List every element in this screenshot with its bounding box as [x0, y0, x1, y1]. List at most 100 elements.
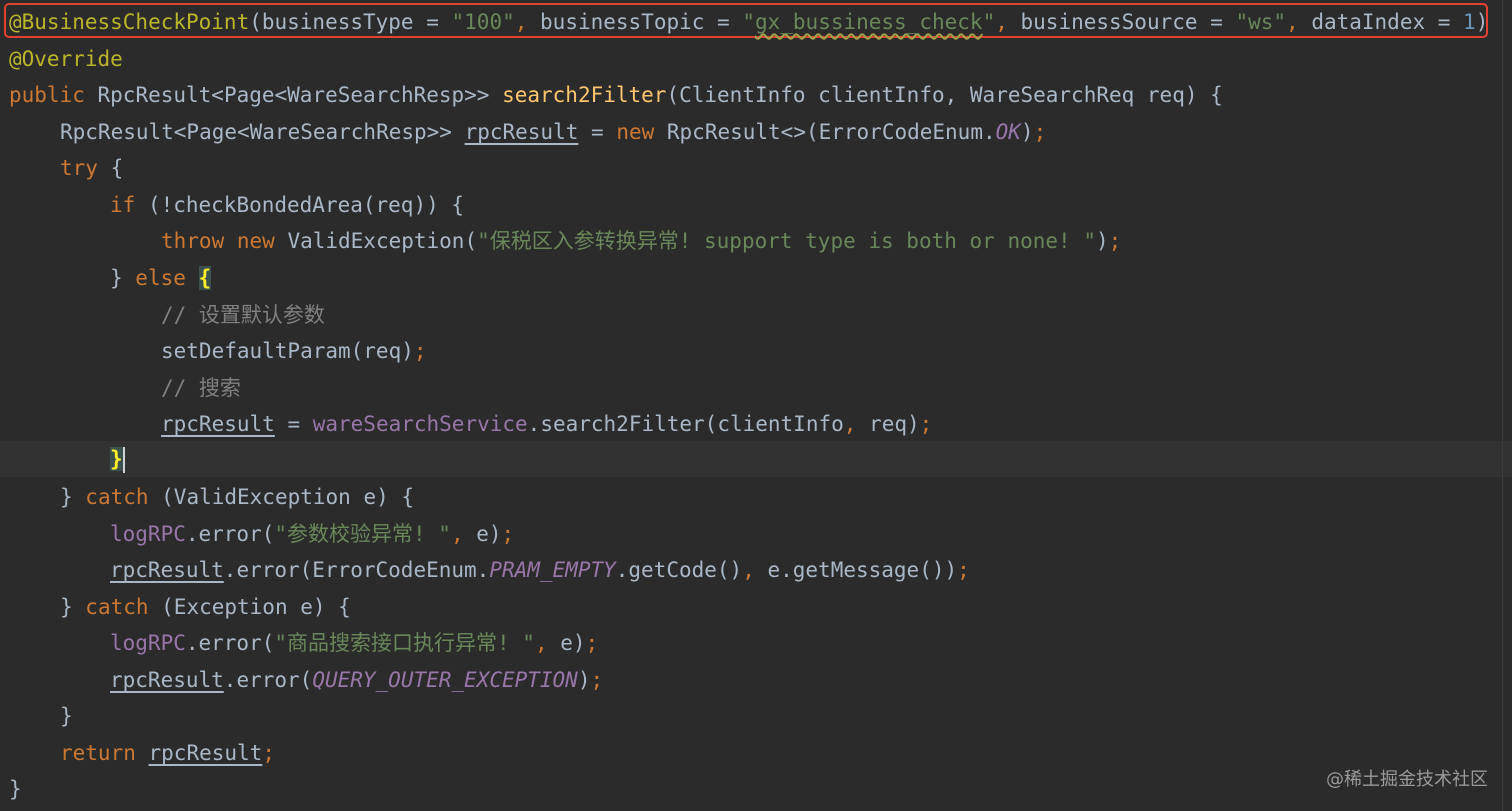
comment: // 搜索 [161, 376, 241, 400]
string-literal: "参数校验异常! " [274, 522, 451, 546]
code-text: ) [1020, 120, 1034, 144]
field: logRPC [110, 631, 186, 655]
code-text: ) [1475, 10, 1489, 34]
code-text: = [578, 120, 617, 144]
code-line-19[interactable]: rpcResult.error(QUERY_OUTER_EXCEPTION); [110, 662, 603, 698]
semicolon: ; [1033, 120, 1047, 144]
variable: rpcResult [161, 412, 275, 436]
code-text: .error(ErrorCodeEnum. [223, 558, 490, 582]
comma: , [995, 10, 1021, 34]
code-line-9[interactable]: // 设置默认参数 [161, 297, 325, 333]
constant: PRAM_EMPTY [489, 558, 616, 582]
code-text: setDefaultParam(req) [161, 339, 414, 363]
code-text: businessTopic = [540, 10, 743, 34]
semicolon: ; [585, 631, 599, 655]
keyword: return [60, 741, 149, 765]
code-line-3[interactable]: public RpcResult<Page<WareSearchResp>> s… [9, 77, 1223, 113]
code-line-1[interactable]: @BusinessCheckPoint(businessType = "100"… [9, 4, 1488, 40]
code-editor[interactable]: @BusinessCheckPoint(businessType = "100"… [0, 0, 1512, 811]
matched-brace: } [110, 447, 123, 471]
code-text: e) [560, 631, 586, 655]
variable: rpcResult [110, 558, 224, 582]
code-line-2[interactable]: @Override [9, 41, 123, 77]
code-line-12[interactable]: rpcResult = wareSearchService.search2Fil… [161, 406, 932, 442]
watermark: @稀土掘金技术社区 [1326, 769, 1488, 790]
code-text: RpcResult<>(ErrorCodeEnum. [666, 120, 996, 144]
code-text: } [60, 485, 86, 509]
code-text: .error( [185, 631, 275, 655]
code-line-16[interactable]: rpcResult.error(ErrorCodeEnum.PRAM_EMPTY… [110, 552, 970, 588]
semicolon: ; [957, 558, 970, 582]
semicolon: ; [1108, 229, 1122, 253]
code-text: } [110, 266, 136, 290]
code-line-22[interactable]: } [9, 771, 22, 807]
comma: , [1286, 10, 1312, 34]
comma: , [742, 558, 768, 582]
comma: , [534, 631, 561, 655]
code-line-13[interactable]: } [110, 441, 125, 477]
code-text: } [60, 595, 86, 619]
comment: // 设置默认参数 [161, 303, 325, 327]
code-line-21[interactable]: return rpcResult; [60, 735, 275, 771]
field: wareSearchService [312, 412, 528, 436]
semicolon: ; [262, 741, 275, 765]
code-text: { [97, 156, 124, 180]
keyword: try [60, 156, 98, 180]
annotation-name: @BusinessCheckPoint [9, 10, 250, 34]
code-line-20[interactable]: } [60, 698, 73, 734]
constant: OK [995, 120, 1021, 144]
string-quote: " [742, 10, 755, 34]
method-name: search2Filter [502, 83, 667, 107]
semicolon: ; [919, 412, 933, 436]
code-line-15[interactable]: logRPC.error("参数校验异常! ", e); [110, 516, 514, 552]
code-text: businessSource = [1020, 10, 1236, 34]
keyword: catch [85, 595, 149, 619]
number-literal: 1 [1463, 10, 1476, 34]
code-text: e.getMessage()) [767, 558, 958, 582]
code-text: } [9, 777, 22, 801]
keyword: public [9, 83, 98, 107]
string-literal: "ws" [1235, 10, 1287, 34]
string-literal: "100" [451, 10, 515, 34]
constant: QUERY_OUTER_EXCEPTION [312, 668, 578, 692]
code-text: dataIndex = [1311, 10, 1464, 34]
semicolon: ; [590, 668, 604, 692]
code-line-18[interactable]: logRPC.error("商品搜索接口执行异常! ", e); [110, 625, 598, 661]
field: logRPC [110, 522, 186, 546]
variable: rpcResult [110, 668, 224, 692]
code-line-6[interactable]: if (!checkBondedArea(req)) { [110, 187, 464, 223]
code-line-10[interactable]: setDefaultParam(req); [161, 333, 427, 369]
string-literal-typo: gx_bussiness_check [754, 10, 983, 34]
code-line-7[interactable]: throw new ValidException("保税区入参转换异常! sup… [161, 223, 1121, 259]
code-text: .error( [223, 668, 313, 692]
code-text: (businessType = [249, 10, 452, 34]
keyword: new [616, 120, 667, 144]
code-line-17[interactable]: } catch (Exception e) { [60, 589, 351, 625]
keyword: new [236, 229, 288, 253]
code-text: (!checkBondedArea(req)) { [135, 193, 465, 217]
current-line-highlight [0, 441, 1512, 477]
code-line-8[interactable]: } else { [110, 260, 212, 296]
variable: rpcResult [148, 741, 263, 765]
code-text: ) [1095, 229, 1109, 253]
code-text: (ValidException e) { [148, 485, 415, 509]
code-line-4[interactable]: RpcResult<Page<WareSearchResp>> rpcResul… [60, 114, 1046, 150]
comma: , [843, 412, 870, 436]
code-line-14[interactable]: } catch (ValidException e) { [60, 479, 414, 515]
code-text: .search2Filter(clientInfo [527, 412, 844, 436]
code-text: .getCode() [615, 558, 743, 582]
matched-brace: { [198, 266, 212, 290]
code-line-5[interactable]: try { [60, 150, 123, 186]
semicolon: ; [501, 522, 515, 546]
string-literal: "商品搜索接口执行异常! " [274, 631, 535, 655]
string-quote: " [982, 10, 996, 34]
keyword: if [110, 193, 136, 217]
code-line-11[interactable]: // 搜索 [161, 370, 241, 406]
code-text: (Exception e) { [148, 595, 351, 619]
keyword: else [135, 266, 186, 290]
variable: rpcResult [464, 120, 579, 144]
comma: , [450, 522, 477, 546]
code-text: .error( [185, 522, 275, 546]
code-text: } [60, 704, 73, 728]
